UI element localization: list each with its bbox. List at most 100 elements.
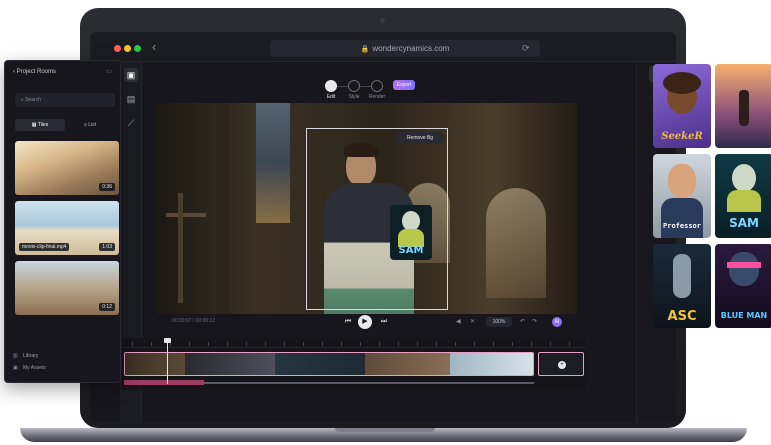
ruler-tick xyxy=(303,342,304,346)
search-input[interactable]: ⌕ Search xyxy=(15,93,115,107)
export-button[interactable]: Export xyxy=(393,80,415,90)
avatar-card-sam[interactable]: SAM xyxy=(715,154,771,238)
avatar-card-sunset[interactable] xyxy=(715,64,771,148)
playhead-handle[interactable] xyxy=(164,338,171,343)
close-icon[interactable]: ▭ xyxy=(106,68,112,75)
ruler-tick xyxy=(512,342,513,346)
clip-2[interactable] xyxy=(185,353,275,375)
window-maximize-button[interactable] xyxy=(134,45,141,52)
timeline[interactable]: + xyxy=(122,338,586,390)
chevron-left-icon[interactable]: ‹ xyxy=(152,39,156,55)
ruler-tick xyxy=(417,342,418,346)
duration-badge: 1:03 xyxy=(99,243,115,251)
avatar-name: SeekeR xyxy=(661,131,703,142)
marketing-hero: ‹ 🔒wondercynamics.com ⟳ ▣ ▤ ⟋ ● ♪ Edit xyxy=(0,0,771,445)
assets-icon: ▣ xyxy=(13,365,18,371)
nav-label: Library xyxy=(23,353,39,359)
sticker-label: SAM xyxy=(398,245,424,256)
avatar-suit xyxy=(661,198,703,238)
workflow-stepper: Edit Style Render xyxy=(325,80,395,104)
avatar-face xyxy=(668,164,696,198)
tab-tiles[interactable]: ▦ Tiles xyxy=(15,119,65,131)
ruler-tick xyxy=(151,342,152,346)
laptop-camera xyxy=(380,18,385,23)
alien-head xyxy=(402,211,420,231)
nav-label: My Assets xyxy=(23,365,46,371)
avatar-face xyxy=(732,164,756,192)
playback-controls: ⏮ ▶ ⏭ xyxy=(342,315,392,329)
avatar-body xyxy=(727,190,761,212)
ruler-tick xyxy=(569,342,570,346)
play-icon[interactable]: ▶ xyxy=(358,315,372,329)
ruler-tick xyxy=(341,342,342,346)
ruler-tick xyxy=(265,342,266,346)
nav-library[interactable]: ▥ Library xyxy=(13,353,38,359)
cross-post xyxy=(178,193,183,303)
redo-icon[interactable]: ↷ xyxy=(532,318,537,325)
avatar-card-seeker[interactable]: SeekeR xyxy=(653,64,711,148)
clip-5[interactable] xyxy=(450,353,533,375)
playhead[interactable] xyxy=(167,338,168,384)
panel-title: ‹ Project Rooms xyxy=(13,69,57,75)
avatar-sticker[interactable]: SAM xyxy=(390,205,432,260)
reload-icon[interactable]: ⟳ xyxy=(522,41,530,55)
clip-track[interactable] xyxy=(124,352,534,376)
window-minimize-button[interactable] xyxy=(124,45,131,52)
add-clip-button[interactable]: + xyxy=(538,352,584,376)
media-tool-icon[interactable]: ▣ xyxy=(124,68,138,82)
ruler-tick xyxy=(360,342,361,346)
image-tool-icon[interactable]: ▤ xyxy=(124,92,138,106)
media-item[interactable]: 0:36 xyxy=(15,141,119,195)
avatar-hair xyxy=(663,72,701,94)
avatar-name: BLUE MAN xyxy=(720,311,768,320)
ruler-tick xyxy=(455,342,456,346)
avatar-robot xyxy=(673,254,691,298)
magic-wand-icon[interactable]: ⟋ xyxy=(124,116,138,130)
ruler-tick xyxy=(227,342,228,346)
avatar-card-professor[interactable]: Professor xyxy=(653,154,711,238)
media-item[interactable]: 0:12 xyxy=(15,261,119,315)
ruler-tick xyxy=(284,342,285,346)
step-edit[interactable] xyxy=(325,80,337,92)
skip-forward-icon[interactable]: ⏭ xyxy=(378,315,390,329)
fullscreen-icon[interactable]: ✕ xyxy=(470,318,475,325)
step-style[interactable] xyxy=(348,80,360,92)
ai-assist-button[interactable]: AI xyxy=(552,317,562,327)
stained-window xyxy=(256,103,290,223)
ruler-tick xyxy=(132,342,133,346)
duration-badge: 0:12 xyxy=(99,303,115,311)
avatar-face xyxy=(729,252,759,286)
playback-options: ◀ ✕ 100% ↶ ↷ AI xyxy=(456,317,566,328)
search-icon: ⌕ xyxy=(21,97,24,103)
ruler-tick xyxy=(189,342,190,346)
media-item[interactable]: movie-clip-final.mp4 1:03 xyxy=(15,201,119,255)
search-placeholder: Search xyxy=(25,97,42,103)
skip-back-icon[interactable]: ⏮ xyxy=(342,315,354,329)
avatar-figure xyxy=(739,90,749,126)
project-panel: ‹ Project Rooms ▭ ⌕ Search ▦ Tiles ≡ Lis… xyxy=(4,60,121,383)
clip-4[interactable] xyxy=(365,353,450,375)
avatar-card-asc[interactable]: ASC xyxy=(653,244,711,328)
zoom-select[interactable]: 100% xyxy=(486,317,512,327)
clip-1[interactable] xyxy=(125,353,185,375)
nav-my-assets[interactable]: ▣ My Assets xyxy=(13,365,46,371)
remove-background-button[interactable]: Remove Bg xyxy=(396,132,444,144)
avatar-card-blue-man[interactable]: BLUE MAN xyxy=(715,244,771,328)
step-render[interactable] xyxy=(371,80,383,92)
cross-beam xyxy=(166,213,206,217)
undo-icon[interactable]: ↶ xyxy=(520,318,525,325)
browser-toolbar: ‹ 🔒 wondercynamics.com ⟳ xyxy=(90,32,676,62)
ruler-tick xyxy=(531,342,532,346)
tab-list[interactable]: ≡ List xyxy=(65,119,115,131)
address-bar[interactable]: 🔒 wondercynamics.com xyxy=(270,40,540,57)
volume-icon[interactable]: ◀ xyxy=(456,318,461,325)
ruler-tick xyxy=(398,342,399,346)
timeline-ruler xyxy=(122,338,586,348)
clip-3[interactable] xyxy=(275,353,365,375)
step-label: Render xyxy=(368,94,386,100)
ruler-tick xyxy=(550,342,551,346)
view-tabs: ▦ Tiles ≡ List xyxy=(15,119,115,131)
window-close-button[interactable] xyxy=(114,45,121,52)
address-bar-url: wondercynamics.com xyxy=(372,44,450,53)
duration-badge: 0:36 xyxy=(99,183,115,191)
